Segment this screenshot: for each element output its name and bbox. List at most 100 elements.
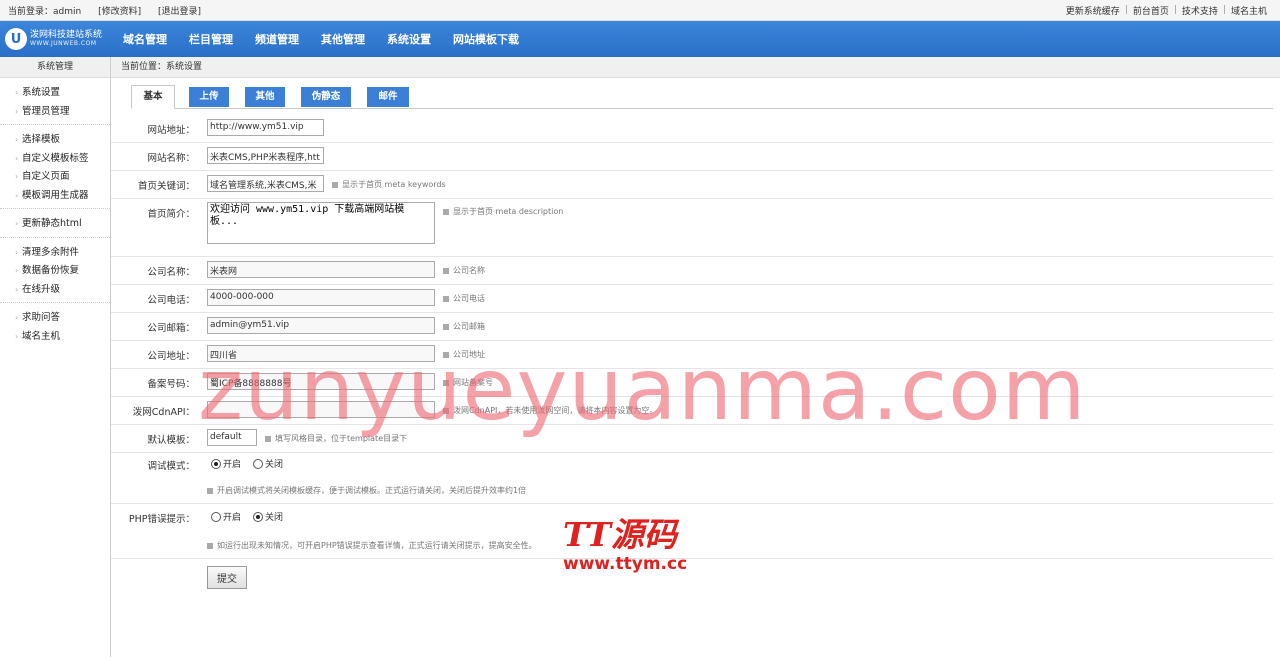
hint-text: 网站备案号 — [453, 378, 493, 387]
sidebar-title: 系统管理 — [0, 57, 110, 78]
separator: | — [1124, 5, 1128, 15]
company-phone-input[interactable]: 4000-000-000 — [207, 289, 435, 306]
site-name-label: 网站名称： — [147, 153, 195, 164]
php-errors-on-radio[interactable]: 开启 — [211, 510, 241, 523]
cdn-api-input[interactable] — [207, 401, 435, 418]
sidebar-item-domain-host[interactable]: 域名主机 — [15, 328, 110, 347]
keywords-label: 首页关键词： — [137, 181, 195, 192]
separator: | — [1222, 5, 1226, 15]
hint-text: 公司地址 — [453, 350, 485, 359]
hint-icon — [443, 295, 449, 302]
debug-label: 调试模式： — [147, 461, 195, 472]
sidebar-item-clean-attachments[interactable]: 清理多余附件 — [15, 244, 110, 263]
logo-sub: WWW.JUNWEB.COM — [30, 39, 97, 47]
company-address-hint: 公司地址 — [443, 349, 485, 360]
radio-unchecked-icon — [253, 458, 263, 469]
form-row: 公司邮箱： admin@ym51.vip 公司邮箱 — [111, 312, 1273, 341]
keywords-hint: 显示于首页 meta keywords — [332, 179, 446, 190]
description-label: 首页简介： — [147, 209, 195, 220]
icp-label: 备案号码： — [147, 379, 195, 390]
form-row: 泼网CdnAPI： 泼网CdnAPI，若未使用泼网空间，请将本内容设置为空。 — [111, 396, 1273, 425]
sidebar-item-help[interactable]: 求助问答 — [15, 309, 110, 328]
top-bar: 当前登录：admin [修改资料] [退出登录] 更新系统缓存 | 前台首页 | 技… — [0, 0, 1280, 21]
sidebar-item-upgrade[interactable]: 在线升级 — [15, 281, 110, 300]
sidebar-item-system-settings[interactable]: 系统设置 — [15, 84, 110, 103]
nav-domain[interactable]: 域名管理 — [123, 31, 167, 47]
company-phone-hint: 公司电话 — [443, 293, 485, 304]
domain-host-link[interactable]: 域名主机 — [1231, 4, 1267, 17]
tab-upload[interactable]: 上传 — [189, 87, 229, 107]
form-row: 网站名称： 米表CMS,PHP米表程序,htt — [111, 142, 1273, 171]
form-row: 公司地址： 四川省 公司地址 — [111, 340, 1273, 369]
keywords-input[interactable]: 域名管理系统,米表CMS,米 — [207, 175, 324, 192]
sidebar-item-select-template[interactable]: 选择模板 — [15, 131, 110, 150]
login-user: 当前登录：admin — [8, 6, 82, 17]
debug-off-radio[interactable]: 关闭 — [253, 457, 283, 470]
debug-on-radio[interactable]: 开启 — [211, 457, 241, 470]
template-input[interactable]: default — [207, 429, 257, 446]
radio-label: 开启 — [223, 513, 242, 523]
hint-icon — [443, 407, 449, 414]
edit-profile-link[interactable]: [修改资料] — [98, 7, 141, 17]
company-name-label: 公司名称： — [147, 267, 195, 278]
icp-input[interactable]: 蜀ICP备8888888号 — [207, 373, 435, 390]
sidebar-group: 求助问答 域名主机 — [0, 303, 110, 349]
tab-basic[interactable]: 基本 — [131, 85, 175, 109]
login-info: 当前登录：admin [修改资料] [退出登录] — [8, 4, 215, 17]
logo[interactable]: U 泼网科技建站系统 WWW.JUNWEB.COM — [0, 28, 112, 50]
sidebar-item-admins[interactable]: 管理员管理 — [15, 103, 110, 122]
company-phone-label: 公司电话： — [147, 295, 195, 306]
radio-label: 关闭 — [265, 513, 284, 523]
nav-settings[interactable]: 系统设置 — [387, 31, 431, 47]
frontpage-link[interactable]: 前台首页 — [1133, 4, 1169, 17]
hint-text: 填写风格目录，位于template目录下 — [275, 434, 408, 443]
sidebar-item-custom-pages[interactable]: 自定义页面 — [15, 168, 110, 187]
hint-text: 公司电话 — [453, 294, 485, 303]
company-email-label: 公司邮箱： — [147, 323, 195, 334]
description-textarea[interactable] — [207, 202, 435, 244]
hint-icon — [443, 267, 449, 274]
sidebar-group: 更新静态html — [0, 209, 110, 238]
company-address-input[interactable]: 四川省 — [207, 345, 435, 362]
sidebar-item-custom-tags[interactable]: 自定义模板标签 — [15, 150, 110, 169]
form-row: 如运行出现未知情况，可开启PHP错误提示查看详情，正式运行请关闭提示，提高安全性… — [111, 530, 1273, 559]
company-email-input[interactable]: admin@ym51.vip — [207, 317, 435, 334]
submit-button[interactable]: 提交 — [207, 566, 247, 589]
nav-channel[interactable]: 频道管理 — [255, 31, 299, 47]
hint-icon — [332, 181, 338, 188]
logo-icon: U — [5, 28, 27, 50]
tab-bar: 基本 上传 其他 伪静态 邮件 — [131, 84, 1273, 109]
sidebar-item-backup[interactable]: 数据备份恢复 — [15, 262, 110, 281]
tab-other[interactable]: 其他 — [245, 87, 285, 107]
site-name-input[interactable]: 米表CMS,PHP米表程序,htt — [207, 147, 324, 164]
nav-templates[interactable]: 网站模板下载 — [453, 31, 519, 47]
nav-other[interactable]: 其他管理 — [321, 31, 365, 47]
php-errors-off-radio[interactable]: 关闭 — [253, 510, 283, 523]
logo-text: 泼网科技建站系统 WWW.JUNWEB.COM — [30, 30, 102, 47]
main-content: 当前位置：系统设置 基本 上传 其他 伪静态 邮件 网站地址： http://w… — [111, 57, 1280, 657]
tab-mail[interactable]: 邮件 — [367, 87, 409, 107]
separator: | — [1173, 5, 1177, 15]
tech-support-link[interactable]: 技术支持 — [1182, 4, 1218, 17]
company-name-input[interactable]: 米表网 — [207, 261, 435, 278]
company-name-hint: 公司名称 — [443, 265, 485, 276]
sidebar: 系统管理 系统设置 管理员管理 选择模板 自定义模板标签 自定义页面 模板调用生… — [0, 57, 111, 657]
radio-checked-icon — [211, 458, 221, 469]
update-cache-link[interactable]: 更新系统缓存 — [1066, 4, 1120, 17]
debug-hint: 开启调试模式将关闭模板缓存，便于调试模板。正式运行请关闭，关闭后提升效率约1倍 — [207, 485, 526, 496]
logout-link[interactable]: [退出登录] — [158, 7, 201, 17]
hint-icon — [443, 379, 449, 386]
sidebar-item-template-generator[interactable]: 模板调用生成器 — [15, 187, 110, 206]
form-row: PHP错误提示： 开启 关闭 — [111, 503, 1273, 530]
sidebar-group: 选择模板 自定义模板标签 自定义页面 模板调用生成器 — [0, 125, 110, 209]
radio-unchecked-icon — [211, 511, 221, 522]
site-url-input[interactable]: http://www.ym51.vip — [207, 119, 324, 136]
icp-hint: 网站备案号 — [443, 377, 493, 388]
top-links: 更新系统缓存 | 前台首页 | 技术支持 | 域名主机 — [1061, 4, 1272, 17]
hint-icon — [443, 351, 449, 358]
form-row: 开启调试模式将关闭模板缓存，便于调试模板。正式运行请关闭，关闭后提升效率约1倍 — [111, 477, 1273, 504]
tab-rewrite[interactable]: 伪静态 — [301, 87, 351, 107]
nav-column[interactable]: 栏目管理 — [189, 31, 233, 47]
sidebar-item-update-html[interactable]: 更新静态html — [15, 215, 110, 234]
company-email-hint: 公司邮箱 — [443, 321, 485, 332]
